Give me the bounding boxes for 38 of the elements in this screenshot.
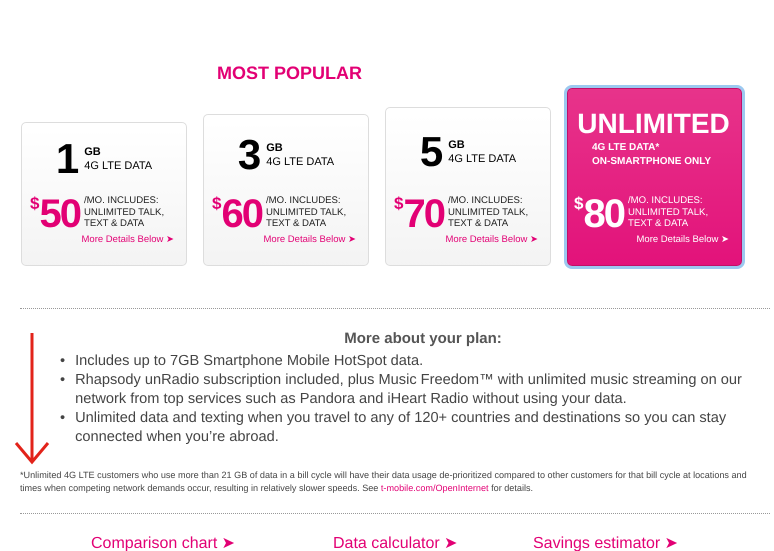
bullet-marker: •: [60, 409, 66, 428]
footnote: *Unlimited 4G LTE customers who use more than 21 GB of data in a bill cycle will have their data usage de-prioritized compared to other customers for that bill cycle at locations and times when competing network demands occur, resulting in relatively slower speeds. See t-mobile.com/OpenInternet for details.: [20, 469, 748, 495]
feature-bullet: Unlimited data and texting when you travel to any of 120+ countries and destinations so you can stay connected when you’re abroad.: [75, 409, 728, 447]
data-type: 4G LTE DATA*: [591, 141, 660, 155]
bullet-marker: •: [60, 371, 66, 390]
price: $^{$}$80: [574, 195, 624, 233]
includes-text: /MO. INCLUDES: UNLIMITED TALK, TEXT & DATA: [266, 195, 348, 230]
more-details-link[interactable]: More Details Below ➤: [264, 233, 356, 245]
price: $^{$}$60: [212, 195, 262, 233]
more-details-link[interactable]: More Details Below ➤: [446, 233, 538, 245]
data-unit: GB: [448, 138, 466, 152]
more-details-link[interactable]: More Details Below ➤: [636, 233, 729, 245]
bullet-marker: •: [60, 352, 66, 371]
data-amount: 3: [238, 134, 262, 176]
data-amount: 5: [420, 130, 444, 172]
data-note: ON-SMARTPHONE ONLY: [591, 155, 712, 169]
tool-link[interactable]: Savings estimator ➤: [533, 534, 678, 551]
data-type: 4G LTE DATA: [266, 155, 334, 169]
data-unit: GB: [84, 145, 102, 159]
price: $^{$}$50: [30, 195, 80, 233]
more-details-link[interactable]: More Details Below ➤: [82, 233, 174, 245]
includes-text: /MO. INCLUDES: UNLIMITED TALK, TEXT & DATA: [448, 195, 530, 230]
most-popular-label: MOST POPULAR: [217, 63, 362, 83]
feature-bullet: Rhapsody unRadio subscription included, plus Music Freedom™ with unlimited music streaming on our network from top services such as Pandora and iHeart Radio without using your data.: [75, 371, 743, 409]
plan-title: UNLIMITED: [577, 109, 730, 139]
price: $^{$}$70: [394, 195, 444, 233]
open-internet-link[interactable]: t-mobile.com/OpenInternet: [380, 483, 489, 493]
feature-bullet: Includes up to 7GB Smartphone Mobile HotSpot data.: [75, 352, 424, 371]
tool-link[interactable]: Data calculator ➤: [333, 534, 533, 551]
data-type: 4G LTE DATA: [84, 159, 152, 173]
includes-text: /MO. INCLUDES: UNLIMITED TALK, TEXT & DATA: [628, 195, 710, 230]
includes-text: /MO. INCLUDES: UNLIMITED TALK, TEXT & DATA: [84, 195, 166, 230]
data-amount: 1: [56, 138, 80, 180]
down-arrow-icon: [12, 333, 52, 465]
data-unit: GB: [266, 141, 284, 155]
data-type: 4G LTE DATA: [448, 152, 516, 166]
section-heading: More about your plan:: [343, 329, 503, 349]
tool-link[interactable]: Comparison chart ➤: [91, 534, 333, 551]
